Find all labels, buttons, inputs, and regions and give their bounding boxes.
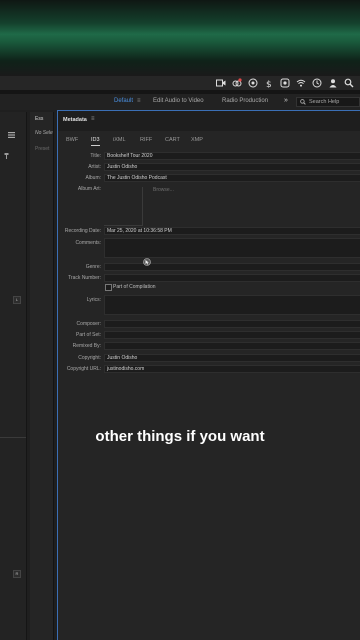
preset-label: Preset [35,146,50,152]
workspace-menu-icon[interactable]: ≡ [137,98,141,104]
track-number-label: Track Number: [68,275,101,281]
pin-icon[interactable] [4,153,9,159]
metadata-tabs: BWF ID3 iXML RIFF CART XMP [58,137,360,149]
title-field[interactable]: Bookshelf Tour 2020 [104,152,360,160]
desktop-wallpaper [0,0,360,76]
part-of-compilation-checkbox[interactable] [105,284,112,291]
no-selection-text: No Sele [35,130,53,136]
workspace-default[interactable]: Default [114,98,133,104]
album-field[interactable]: The Justin Odisho Podcast [104,174,360,182]
target-icon[interactable] [248,78,258,88]
part-of-compilation-label: Part of Compilation [113,284,156,290]
copyright-field[interactable]: Justin Odisho [104,354,360,362]
composer-field[interactable] [104,320,360,328]
wifi-icon[interactable] [296,78,306,88]
part-of-set-label: Part of Set: [75,332,101,338]
comments-field[interactable] [104,238,360,258]
workspace-overflow-icon[interactable]: » [284,97,288,104]
search-icon [300,99,306,105]
track-number-field[interactable] [104,274,360,282]
tab-id3[interactable]: ID3 [91,137,100,146]
creative-cloud-icon[interactable] [232,78,242,88]
tab-cart[interactable]: CART [165,137,180,143]
remixed-by-label: Remixed By: [72,343,101,349]
workspace-radio-production[interactable]: Radio Production [222,98,268,104]
essential-sound-panel: Ess No Sele Preset [30,112,54,640]
toggle-icon[interactable] [280,78,290,88]
artist-label: Artist: [88,164,101,170]
channel-marker-r: R [13,570,21,578]
remixed-by-field[interactable] [104,342,360,350]
copyright-url-label: Copyright URL: [66,366,101,372]
panel-menu-icon[interactable]: ≡ [91,116,95,122]
title-label: Title: [90,153,101,159]
recording-date-label: Recording Date: [64,228,101,234]
tab-ixml[interactable]: iXML [113,137,126,143]
genre-label: Genre: [85,264,101,270]
lyrics-field[interactable] [104,295,360,315]
tab-bwf[interactable]: BWF [66,137,78,143]
album-label: Album: [85,175,101,181]
part-of-set-field[interactable] [104,331,360,339]
recording-date-field[interactable]: Mar 25, 2020 at 10:36:58 PM [104,227,360,235]
lyrics-label: Lyrics: [86,297,101,303]
search-help-input[interactable]: Search Help [296,97,360,107]
workspace-edit-audio-to-video[interactable]: Edit Audio to Video [153,98,204,104]
metadata-panel: Metadata ≡ BWF ID3 iXML RIFF CART XMP Ti… [57,110,360,640]
files-panel [0,112,27,640]
tab-riff[interactable]: RIFF [140,137,152,143]
tab-essential-sound[interactable]: Ess [35,116,43,122]
metadata-panel-header: Metadata ≡ [58,111,360,131]
panel-title[interactable]: Metadata [63,117,87,123]
search-placeholder: Search Help [309,99,340,105]
clock-icon[interactable] [312,78,322,88]
channel-marker-l: L [13,296,21,304]
album-art-well[interactable] [104,187,143,226]
screen-record-icon[interactable] [216,78,226,88]
tab-xmp[interactable]: XMP [191,137,203,143]
copyright-label: Copyright: [78,355,101,361]
comments-label: Comments: [75,240,101,246]
list-view-icon[interactable] [8,132,15,138]
video-caption: other things if you want [95,428,265,445]
mouse-cursor-icon [143,258,151,266]
browse-button[interactable]: Browse... [153,187,174,193]
copyright-url-field[interactable]: justinodisho.com [104,365,360,373]
album-art-label: Album Art: [77,186,101,192]
composer-label: Composer: [76,321,101,327]
search-icon[interactable] [344,78,354,88]
dollar-icon[interactable]: $ [264,78,274,88]
artist-field[interactable]: Justin Odisho [104,163,360,171]
user-icon[interactable] [328,78,338,88]
system-menu-bar: $ [0,76,360,90]
svg-text:$: $ [266,80,272,88]
